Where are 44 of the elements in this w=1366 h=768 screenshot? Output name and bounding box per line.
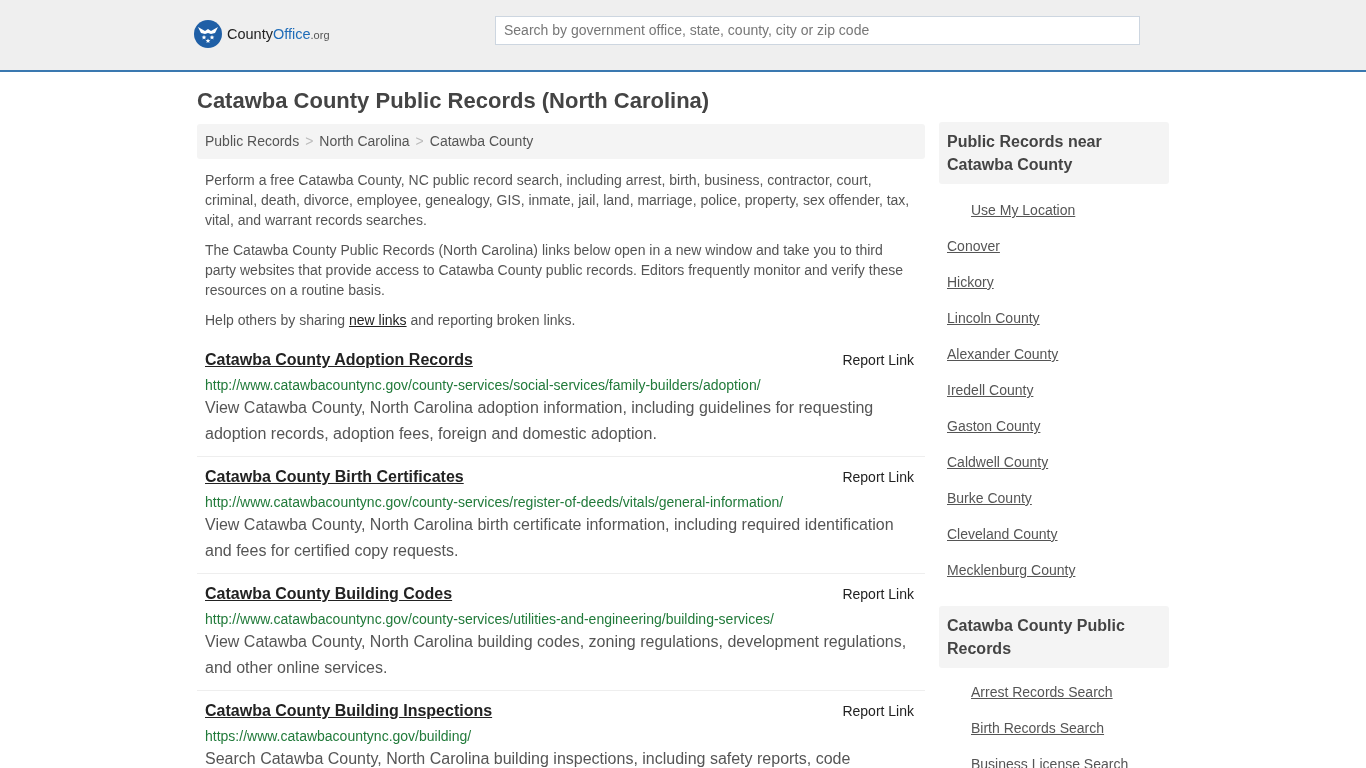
nearby-place-link[interactable]: Hickory [947, 274, 994, 290]
record-description: Search Catawba County, North Carolina building inspections, including safety reports, code [205, 749, 852, 768]
record-url: https://www.catawbacountync.gov/building/ [205, 727, 473, 746]
record-description: View Catawba County, North Carolina building codes, zoning regulations, development regulations, and other online services. [205, 632, 908, 678]
nearby-place-link[interactable]: Iredell County [947, 382, 1034, 398]
intro-text: Perform a free Catawba County, NC public record search, including arrest, birth, business, contractor, court, criminal, death, divorce, employee, genealogy, GIS, inmate, jail, land, marriage, police, property, sex offender, tax, vital, and warrant records searches. [204, 171, 911, 230]
record-url: http://www.catawbacountync.gov/county-services/register-of-deeds/vitals/general-information/ [205, 493, 785, 512]
record-search-link[interactable]: Arrest Records Search [971, 684, 1113, 700]
intro-text: The Catawba County Public Records (North Carolina) links below open in a new window and take you to third party websites that provide access to Catawba County public records. Editors frequently monitor and verify these resources on a routine basis. [204, 241, 904, 300]
record-title-link[interactable]: Catawba County Building Inspections [205, 701, 493, 721]
report-link[interactable]: Report Link [842, 467, 914, 487]
nearby-place-link[interactable]: Lincoln County [947, 310, 1040, 326]
search-field[interactable]: Search by government office, state, county, city or zip code [495, 15, 1140, 45]
logo-text[interactable]: CountyOffice.org [227, 26, 330, 42]
breadcrumb-link[interactable]: Catawba County [429, 124, 534, 159]
record-description: View Catawba County, North Carolina birth certificate information, including required identification and fees for certified copy requests. [205, 515, 895, 561]
use-location-link[interactable]: Use My Location [971, 202, 1076, 218]
nearby-place-link[interactable]: Mecklenburg County [947, 562, 1076, 578]
breadcrumb-link[interactable]: Public Records [205, 124, 300, 159]
record-title-link[interactable]: Catawba County Building Codes [205, 584, 453, 604]
nearby-place-link[interactable]: Conover [947, 238, 1000, 254]
nearby-place-link[interactable]: Alexander County [947, 346, 1059, 362]
nearby-place-link[interactable]: Burke County [947, 490, 1032, 506]
breadcrumb-separator: > [305, 132, 314, 151]
new-links-link[interactable]: new links [348, 312, 407, 328]
record-description: View Catawba County, North Carolina adoption information, including guidelines for requesting adoption records, adoption fees, foreign and domestic adoption. [205, 398, 875, 444]
intro-text: Help others by sharing new links and reporting broken links. [204, 311, 577, 330]
page-title: Catawba County Public Records (North Carolina) [197, 88, 711, 114]
nearby-place-link[interactable]: Cleveland County [947, 526, 1058, 542]
sidebar-heading: Public Records near Catawba County [939, 122, 1169, 184]
nearby-place-link[interactable]: Caldwell County [947, 454, 1049, 470]
breadcrumb-separator: > [415, 132, 424, 151]
report-link[interactable]: Report Link [842, 701, 914, 721]
breadcrumb-link[interactable]: North Carolina [319, 124, 410, 159]
nearby-place-link[interactable]: Gaston County [947, 418, 1041, 434]
sidebar-heading: Catawba County Public Records [939, 606, 1169, 668]
record-title-link[interactable]: Catawba County Adoption Records [205, 350, 473, 370]
logo-icon[interactable] [194, 20, 222, 48]
report-link[interactable]: Report Link [842, 350, 914, 370]
report-link[interactable]: Report Link [842, 584, 914, 604]
record-title-link[interactable]: Catawba County Birth Certificates [205, 467, 464, 487]
record-url: http://www.catawbacountync.gov/county-services/social-services/family-builders/adoption/ [205, 376, 762, 395]
record-search-link[interactable]: Birth Records Search [971, 720, 1105, 736]
record-url: http://www.catawbacountync.gov/county-services/utilities-and-engineering/building-services/ [205, 610, 775, 629]
